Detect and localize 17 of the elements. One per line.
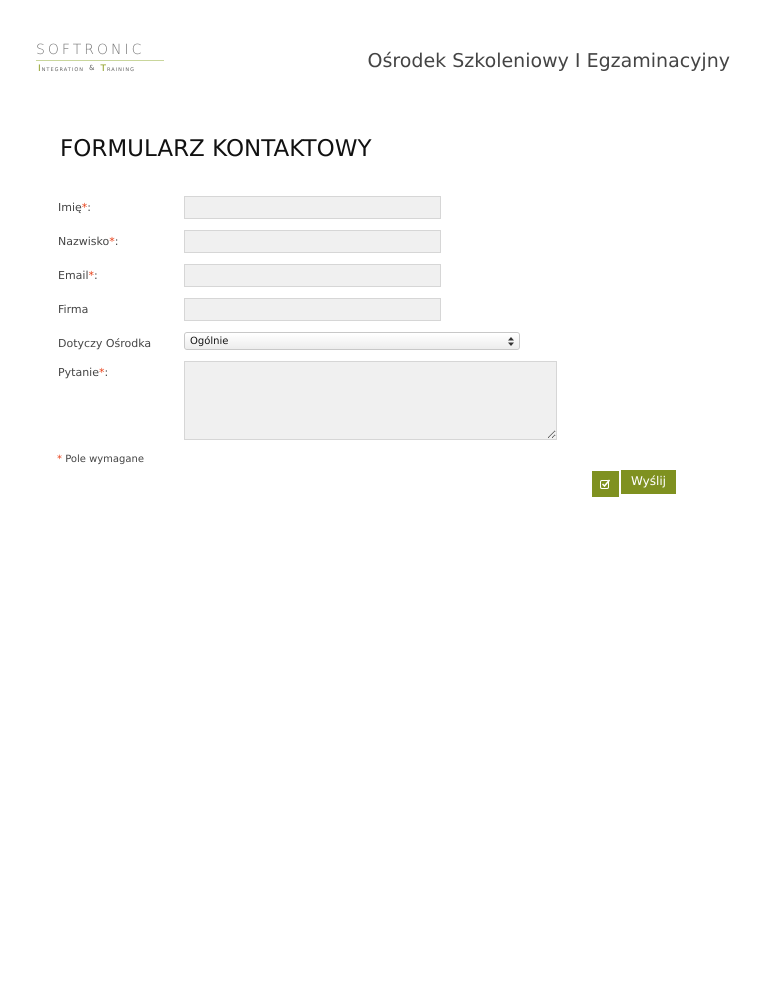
input-field[interactable] [184, 196, 441, 219]
field-label: Pytanie*: [58, 365, 110, 379]
check-icon [600, 479, 610, 489]
field-label: Firma [58, 302, 90, 316]
field-label: Dotyczy Ośrodka [58, 336, 152, 350]
field-label: Nazwisko*: [58, 234, 120, 248]
field-label: Imię*: [58, 200, 92, 214]
input-field[interactable] [184, 264, 441, 287]
input-field[interactable] [184, 230, 441, 253]
field-label: Email*: [58, 268, 99, 282]
site-title: Ośrodek Szkoleniowy I Egzaminacyjny [368, 50, 730, 72]
required-note: * Pole wymagane [57, 454, 146, 465]
text-area[interactable] [184, 361, 557, 440]
sort-arrows-icon [508, 336, 514, 346]
input-field[interactable] [184, 298, 441, 321]
page-title: FORMULARZ KONTAKTOWY [60, 136, 372, 162]
dropdown[interactable]: Ogólnie [184, 332, 520, 350]
